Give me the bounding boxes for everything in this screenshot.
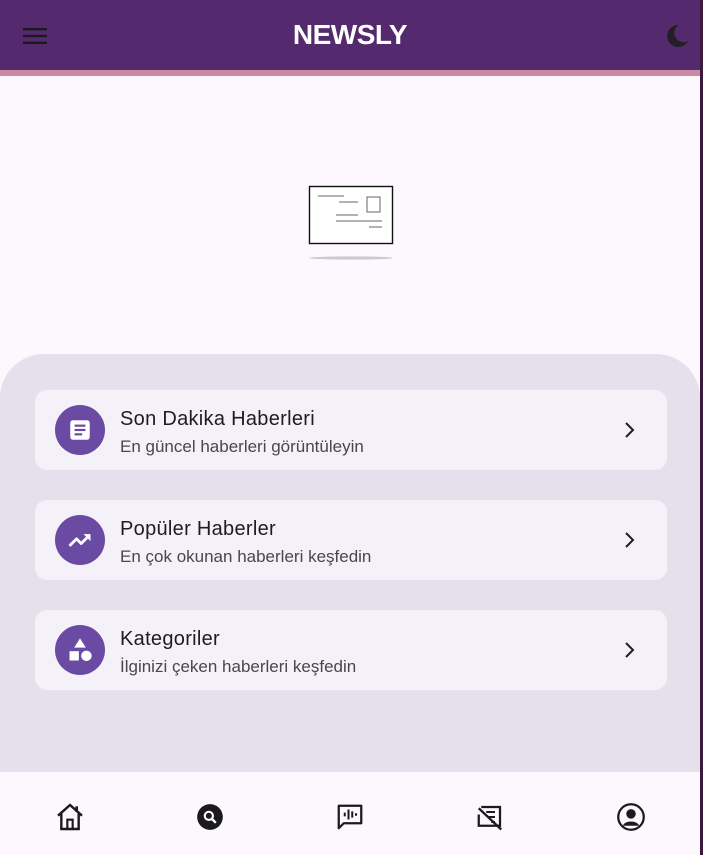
moon-icon bbox=[667, 24, 688, 47]
menu-item-title: Popüler Haberler bbox=[120, 518, 276, 540]
menu-item-subtitle: En çok okunan haberleri keşfedin bbox=[120, 547, 372, 566]
category-icon bbox=[69, 638, 92, 662]
app-bar-accent-stripe bbox=[0, 70, 700, 76]
menu-panel: Son Dakika Haberleri En güncel haberleri… bbox=[0, 354, 700, 774]
menu-item-subtitle: İlginizi çeken haberleri keşfedin bbox=[120, 657, 357, 676]
menu-button[interactable] bbox=[22, 26, 48, 46]
theme-toggle-button[interactable] bbox=[662, 22, 690, 50]
menu-item-icon-circle bbox=[55, 405, 105, 455]
menu-item-icon-circle bbox=[55, 515, 105, 565]
nav-account-button[interactable] bbox=[614, 800, 648, 834]
menu-item-son-dakika[interactable]: Son Dakika Haberleri En güncel haberleri… bbox=[35, 390, 667, 470]
chevron-right-icon bbox=[625, 422, 635, 438]
home-icon bbox=[57, 803, 83, 831]
nav-home-button[interactable] bbox=[53, 800, 87, 834]
chevron-right-icon bbox=[625, 642, 635, 658]
app-bar: NEWSLY bbox=[0, 0, 700, 70]
trending-up-icon bbox=[68, 534, 91, 547]
nav-search-button[interactable] bbox=[193, 800, 227, 834]
menu-item-icon-circle bbox=[55, 625, 105, 675]
menu-item-kategoriler[interactable]: Kategoriler İlginizi çeken haberleri keş… bbox=[35, 610, 667, 690]
menu-item-populer[interactable]: Popüler Haberler En çok okunan haberleri… bbox=[35, 500, 667, 580]
nav-voice-chat-button[interactable] bbox=[333, 800, 367, 834]
nav-newspaper-button[interactable] bbox=[473, 800, 507, 834]
news-placeholder-illustration bbox=[308, 185, 394, 261]
menu-item-subtitle: En güncel haberleri görüntüleyin bbox=[120, 437, 364, 456]
chevron-right-icon bbox=[625, 532, 635, 548]
menu-item-title: Kategoriler bbox=[120, 628, 221, 650]
search-icon bbox=[197, 804, 223, 830]
no-newspaper-icon bbox=[477, 805, 503, 831]
account-icon bbox=[617, 803, 645, 831]
bottom-navigation bbox=[0, 772, 700, 855]
menu-item-title: Son Dakika Haberleri bbox=[120, 408, 315, 430]
article-icon bbox=[70, 420, 90, 440]
app-title: NEWSLY bbox=[292, 19, 408, 50]
hamburger-menu-icon bbox=[23, 28, 47, 44]
voice-chat-icon bbox=[337, 804, 363, 830]
